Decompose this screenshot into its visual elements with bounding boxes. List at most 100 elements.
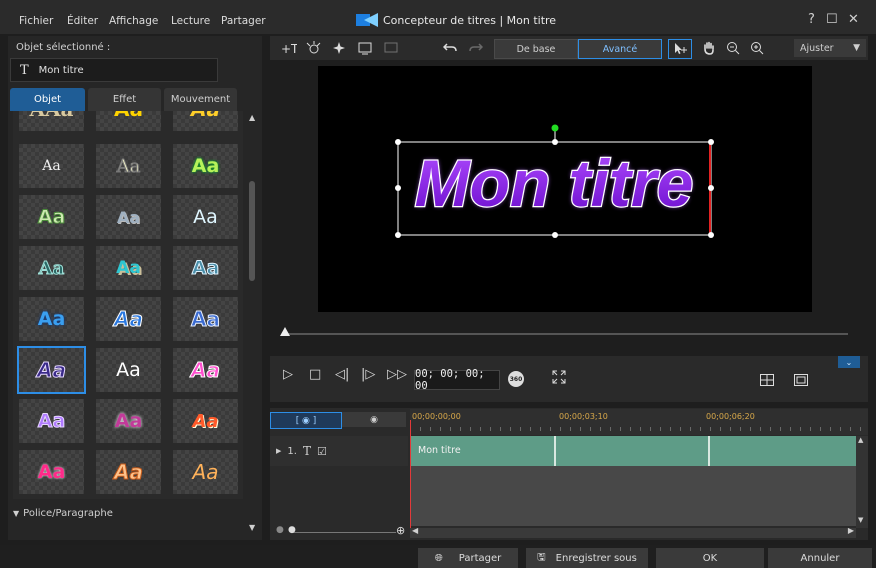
scroll-thumb[interactable] [249,181,255,281]
title-text[interactable]: Mon titre [413,145,694,222]
timecode-field[interactable]: 00; 00; 00; 00 [414,368,500,392]
menu-partager[interactable]: Partager [221,15,266,27]
title-clip[interactable]: Mon titre [410,436,856,466]
safe-zone-grid-icon[interactable] [760,374,774,389]
save-as-button[interactable]: 🖫 Enregistrer sous [526,548,648,568]
title-preset[interactable]: AAa [19,111,84,131]
timeline-hscroll[interactable]: ◀ ▶ [410,526,856,538]
insert-particle-icon[interactable] [302,39,324,57]
expand-track-icon[interactable]: ▶ [276,447,281,455]
title-preview-canvas[interactable]: Mon titre Mon titre [318,66,812,312]
clip-keyframe-marker[interactable] [708,436,710,466]
close-button[interactable]: ✕ [848,12,859,27]
scrub-handle[interactable] [280,327,290,336]
previous-frame-icon[interactable]: ◁| [335,367,349,382]
title-preset[interactable]: Aa [173,399,238,443]
playhead-line[interactable] [410,420,411,528]
scroll-right-icon[interactable]: ▶ [848,526,854,535]
timeline-ruler[interactable]: 00;00;00;00 00;00;03;10 00;00;06;20 [410,409,868,435]
menu-lecture[interactable]: Lecture [171,15,210,27]
title-preset[interactable]: Aa [19,450,84,494]
scroll-up-icon[interactable]: ▲ [249,113,255,122]
ok-button[interactable]: OK [656,548,764,568]
menu-affichage[interactable]: Affichage [109,15,158,27]
title-preset[interactable]: Aa [96,450,161,494]
redo-icon[interactable] [466,39,486,57]
insert-image-icon[interactable] [354,39,376,57]
menu-fichier[interactable]: Fichier [19,15,53,27]
insert-background-icon[interactable] [380,39,402,57]
zoom-handle[interactable]: ● [288,525,296,535]
aspect-ratio-icon[interactable] [794,374,808,389]
title-preset[interactable]: Aa [173,348,238,392]
ruler-time-1: 00;00;03;10 [559,412,608,421]
clip-keyframe-marker[interactable] [554,436,556,466]
maximize-button[interactable]: ☐ [826,12,838,27]
title-preset[interactable]: Aa [173,195,238,239]
scroll-up-icon[interactable]: ▲ [858,436,863,444]
hand-pan-icon[interactable] [698,39,720,57]
mode-advanced-button[interactable]: Avancé [578,39,662,59]
mode-basic-button[interactable]: De base [494,39,578,59]
title-preset[interactable]: Aa [96,399,161,443]
scroll-left-icon[interactable]: ◀ [412,526,418,535]
timeline-zoom-slider[interactable]: ● ● ⊕ [276,524,406,538]
title-preset[interactable]: Aa [19,195,84,239]
title-preset-selected[interactable]: Aa [17,346,86,394]
menu-editer[interactable]: Éditer [67,15,98,27]
selected-object-field[interactable]: T Mon titre [10,58,218,82]
preview-scrub-track[interactable] [282,333,848,335]
insert-effect-icon[interactable] [328,39,350,57]
title-preset[interactable]: Aa [96,246,161,290]
title-preset[interactable]: Aa [173,111,238,131]
zoom-in-icon[interactable] [746,39,768,57]
share-button[interactable]: 🌐︎ Partager [418,548,518,568]
tab-mouvement[interactable]: Mouvement [164,88,237,111]
title-preset[interactable]: Aa [19,399,84,443]
track-enable-checkbox[interactable]: ☑ [317,445,327,458]
rotate-handle[interactable] [551,124,559,132]
help-button[interactable]: ? [808,12,815,27]
scroll-down-icon[interactable]: ▼ [858,516,863,524]
title-preset[interactable]: Aa [96,144,161,188]
zoom-plus-icon[interactable]: ⊕ [396,524,405,537]
tab-effet[interactable]: Effet [88,88,161,111]
clip-label: Mon titre [418,445,461,456]
app-logo-icon [356,13,378,27]
timeline-keyframe-view-tab[interactable]: [ ◉ ] [270,412,342,429]
title-preset[interactable]: Aa [173,450,238,494]
title-preset[interactable]: Aa [19,297,84,341]
zoom-out-icon[interactable] [722,39,744,57]
title-preset[interactable]: Aa [19,144,84,188]
expand-panel-icon[interactable]: ⌄ [838,356,860,368]
share-globe-icon: 🌐︎ [434,552,443,564]
360-view-icon[interactable]: 360 [508,371,524,387]
title-preset[interactable]: Aa [96,195,161,239]
select-move-icon[interactable] [668,39,692,59]
police-paragraphe-section[interactable]: ▼ Police/Paragraphe [13,508,113,519]
title-preset[interactable]: Aa [96,348,161,392]
stop-icon[interactable]: □ [309,367,321,382]
title-preset[interactable]: Aa [173,144,238,188]
selected-object-name: Mon titre [38,64,84,76]
preset-scrollbar[interactable]: ▲ ▼ [247,111,257,532]
next-frame-icon[interactable]: |▷ [361,367,375,382]
title-preset[interactable]: Aa [173,246,238,290]
tab-objet[interactable]: Objet [10,88,85,111]
title-preset[interactable]: Aa [19,246,84,290]
title-preset[interactable]: Aa [96,297,161,341]
scroll-down-icon[interactable]: ▼ [249,523,255,532]
zoom-min-icon: ● [276,525,284,535]
fullscreen-icon[interactable] [552,370,566,387]
cancel-button[interactable]: Annuler [768,548,872,568]
save-icon: 🖫 [537,551,546,563]
fast-forward-icon[interactable]: ▷▷ [387,367,407,382]
undo-icon[interactable] [440,39,460,57]
title-preset[interactable]: Aa [96,111,161,131]
insert-title-icon[interactable]: +T [278,39,300,57]
timeline-clip-view-tab[interactable]: ◉ [342,412,406,427]
zoom-fit-dropdown[interactable]: Ajuster ▼ [794,39,866,57]
timeline-vscroll[interactable]: ▲ ▼ [856,436,868,528]
play-icon[interactable]: ▷ [283,367,293,382]
title-preset[interactable]: Aa [173,297,238,341]
